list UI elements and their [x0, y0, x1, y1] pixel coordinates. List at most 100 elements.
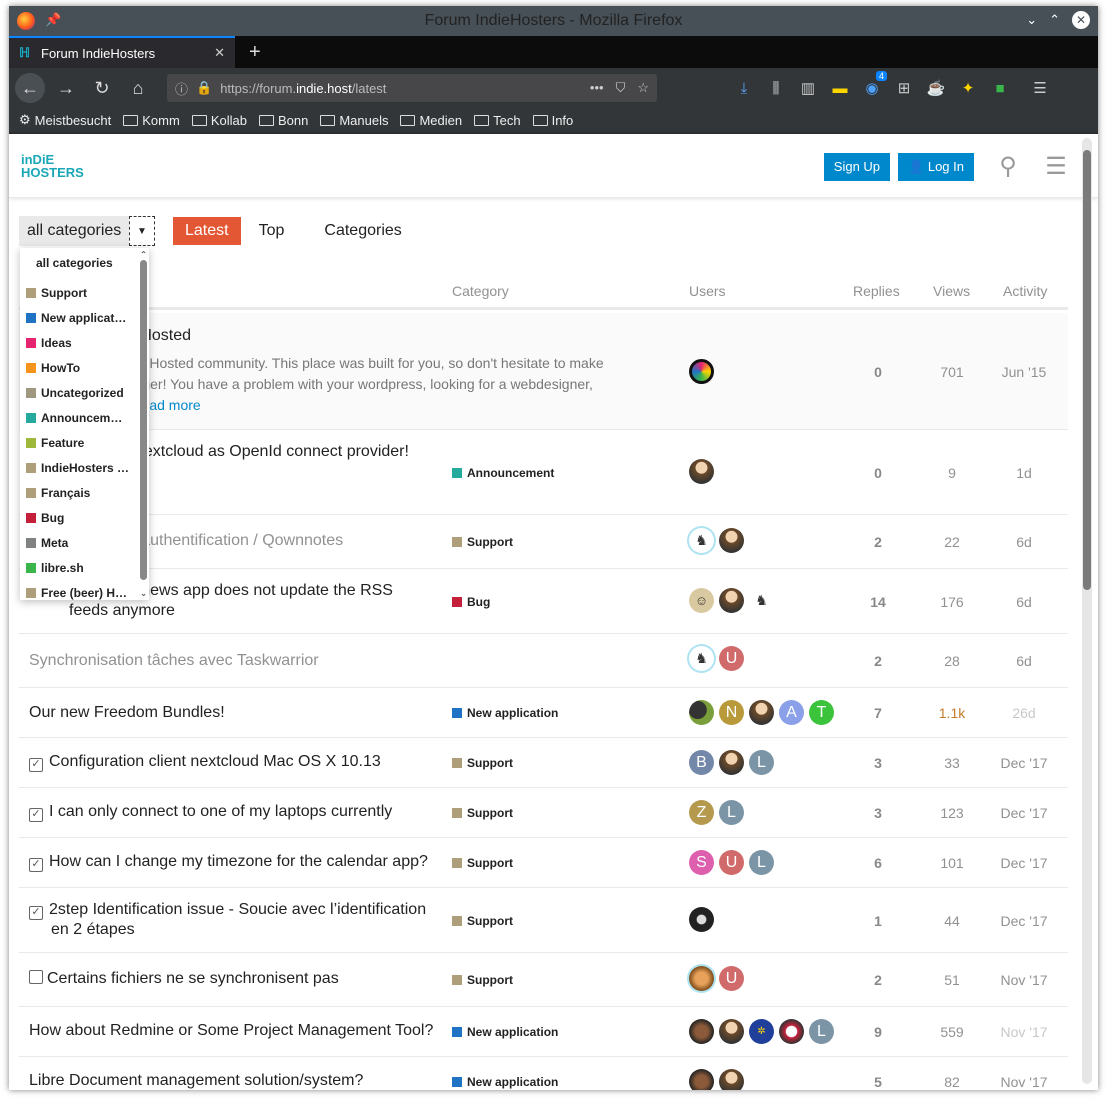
topic-title[interactable]: Certains fichiers ne se synchronisent pa…: [29, 969, 339, 989]
dropdown-category-item[interactable]: Meta: [20, 530, 138, 555]
avatar[interactable]: [719, 750, 744, 775]
activity-date[interactable]: Dec '17: [999, 805, 1049, 821]
avatar[interactable]: [689, 359, 714, 384]
new-tab-button[interactable]: +: [235, 36, 275, 68]
dropdown-category-item[interactable]: Ideas: [20, 330, 138, 355]
activity-date[interactable]: Dec '17: [999, 755, 1049, 771]
dropdown-category-item[interactable]: New applicat…: [20, 305, 138, 330]
activity-date[interactable]: 26d: [999, 705, 1049, 721]
close-window-icon[interactable]: ✕: [1072, 11, 1090, 29]
table-row[interactable]: How about Redmine or Some Project Manage…: [19, 1007, 1068, 1057]
category-badge[interactable]: New application: [452, 706, 558, 720]
close-tab-icon[interactable]: ✕: [214, 45, 225, 61]
library-icon[interactable]: ⫼: [765, 80, 787, 97]
avatar[interactable]: [689, 966, 714, 991]
bookmark-folder[interactable]: Komm: [123, 113, 180, 128]
bookmark-folder[interactable]: Bonn: [258, 113, 308, 128]
stars-icon[interactable]: ✦: [957, 79, 979, 97]
bookmark-folder[interactable]: Medien: [400, 113, 462, 128]
hamburger-menu-icon[interactable]: ☰: [1042, 152, 1070, 181]
avatar[interactable]: [749, 700, 774, 725]
avatar[interactable]: [689, 1069, 714, 1090]
avatar[interactable]: B: [689, 750, 714, 775]
activity-date[interactable]: Nov '17: [999, 1074, 1049, 1090]
sign-up-button[interactable]: Sign Up: [823, 152, 891, 181]
table-row[interactable]: ✓ 2step Identification issue - Soucie ave…: [19, 888, 1068, 953]
activity-date[interactable]: Dec '17: [999, 855, 1049, 871]
avatar[interactable]: S: [689, 850, 714, 875]
table-row[interactable]: r d’authentification / Qownnotes Support…: [19, 515, 1068, 569]
column-replies[interactable]: Replies: [853, 283, 900, 299]
dropdown-category-item[interactable]: Support: [20, 280, 138, 305]
url-bar[interactable]: ⓘ 🔒 https://forum.indie.host/latest ••• …: [167, 74, 657, 102]
avatar[interactable]: Z: [689, 800, 714, 825]
activity-date[interactable]: Nov '17: [999, 972, 1049, 988]
dropdown-category-item[interactable]: Feature: [20, 430, 138, 455]
activity-date[interactable]: 1d: [999, 465, 1049, 481]
topic-title[interactable]: ✓ 2step Identification issue - Soucie ave…: [29, 900, 426, 940]
dropdown-category-item[interactable]: Announcem…: [20, 405, 138, 430]
avatar[interactable]: L: [749, 750, 774, 775]
avatar[interactable]: [689, 700, 714, 725]
avatar[interactable]: U: [719, 646, 744, 671]
search-icon[interactable]: ⚲: [994, 152, 1022, 181]
dropdown-category-item[interactable]: Français: [20, 480, 138, 505]
sidebar-icon[interactable]: ▥: [797, 79, 819, 97]
home-button[interactable]: ⌂: [123, 73, 153, 103]
dropdown-category-item[interactable]: libre.sh: [20, 555, 138, 580]
dropdown-all-categories[interactable]: all categories: [20, 248, 149, 280]
bookmark-folder[interactable]: Info: [532, 113, 573, 128]
avatar[interactable]: ✲: [749, 1019, 774, 1044]
tab-latest[interactable]: Latest: [173, 217, 241, 245]
pocket-icon[interactable]: ⛉: [616, 80, 626, 96]
avatar[interactable]: U: [719, 966, 744, 991]
avatar[interactable]: [719, 1019, 744, 1044]
table-row[interactable]: Our new Freedom Bundles! New application…: [19, 688, 1068, 738]
activity-date[interactable]: 6d: [999, 653, 1049, 669]
topic-title[interactable]: ✓ Configuration client nextcloud Mac OS X…: [29, 752, 381, 772]
avatar[interactable]: [689, 1019, 714, 1044]
minimize-chevron-icon[interactable]: ⌄: [1026, 12, 1037, 28]
table-row[interactable]: Libre Document management solution/syste…: [19, 1057, 1068, 1090]
dropdown-category-item[interactable]: Free (beer) H…: [20, 580, 138, 605]
page-scrollbar[interactable]: [1082, 138, 1092, 1084]
downloads-icon[interactable]: ⤓: [733, 80, 755, 97]
avatar[interactable]: [779, 1019, 804, 1044]
table-row[interactable]: dieHosted IndieHosted community. This pl…: [19, 313, 1068, 430]
topic-title[interactable]: Our new Freedom Bundles!: [29, 703, 225, 723]
tab-top[interactable]: Top: [247, 217, 297, 245]
topic-title[interactable]: r d’authentification / Qownnotes: [119, 531, 343, 551]
avatar[interactable]: [689, 459, 714, 484]
extension-badge-icon[interactable]: ◉ 4: [861, 71, 887, 97]
topic-title[interactable]: How about Redmine or Some Project Manage…: [29, 1021, 433, 1041]
avatar[interactable]: N: [719, 700, 744, 725]
avatar[interactable]: L: [719, 800, 744, 825]
avatar[interactable]: [719, 1069, 744, 1090]
bookmark-folder[interactable]: Tech: [474, 113, 521, 128]
maximize-chevron-icon[interactable]: ⌃: [1049, 12, 1060, 28]
table-row[interactable]: Certains fichiers ne se synchronisent pa…: [19, 953, 1068, 1007]
bookmark-folder[interactable]: Manuels: [320, 113, 388, 128]
avatar[interactable]: A: [779, 700, 804, 725]
category-badge[interactable]: Support: [452, 535, 513, 549]
category-badge[interactable]: New application: [452, 1075, 558, 1089]
activity-date[interactable]: 6d: [999, 594, 1049, 610]
notes-icon[interactable]: ▬: [829, 80, 851, 97]
bookmark-most-visited[interactable]: ⚙ Meistbesucht: [19, 112, 111, 128]
log-in-button[interactable]: 👤 Log In: [898, 152, 974, 181]
info-icon[interactable]: ⓘ: [175, 79, 188, 98]
forward-button[interactable]: →: [51, 73, 81, 103]
avatar[interactable]: L: [749, 850, 774, 875]
browser-tab[interactable]: ℍ Forum IndieHosters ✕: [9, 36, 235, 68]
url-text[interactable]: https://forum.indie.host/latest: [220, 81, 590, 96]
coffee-icon[interactable]: ☕: [925, 79, 947, 97]
dropdown-category-item[interactable]: IndieHosters …: [20, 455, 138, 480]
column-activity[interactable]: Activity: [1003, 283, 1047, 299]
avatar[interactable]: [689, 907, 714, 932]
table-row[interactable]: ✓ I can only connect to one of my laptops…: [19, 788, 1068, 838]
topic-title[interactable]: d Nextcloud as OpenId connect provider!: [119, 442, 409, 462]
bookmark-folder[interactable]: Kollab: [191, 113, 247, 128]
avatar[interactable]: T: [809, 700, 834, 725]
avatar[interactable]: [719, 588, 744, 613]
table-row[interactable]: d Nextcloud as OpenId connect provider! …: [19, 430, 1068, 515]
